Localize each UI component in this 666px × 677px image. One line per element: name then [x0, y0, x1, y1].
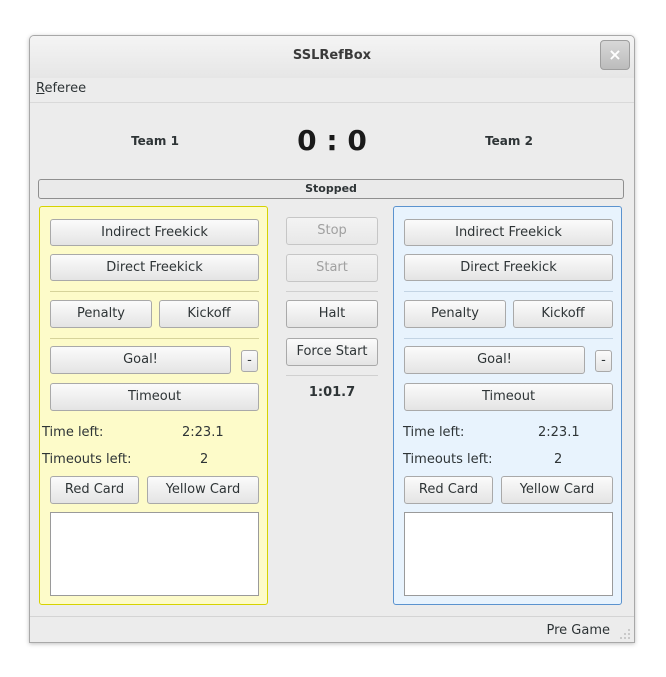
team2-goal-decrement-button[interactable]: -: [595, 350, 612, 372]
team2-kickoff-button[interactable]: Kickoff: [513, 300, 613, 328]
team1-indirect-freekick-button[interactable]: Indirect Freekick: [50, 219, 259, 246]
team1-timeouts-left-label: Timeouts left:: [42, 452, 132, 467]
score-display: 0 : 0: [297, 124, 367, 157]
team2-timeouts-left-label: Timeouts left:: [403, 452, 493, 467]
team2-timeouts-left-value: 2: [554, 452, 563, 467]
team2-goal-button[interactable]: Goal!: [404, 346, 585, 374]
game-phase-label: Pre Game: [546, 623, 610, 638]
game-state-bar: Stopped: [38, 179, 624, 199]
team2-penalty-button[interactable]: Penalty: [404, 300, 506, 328]
team2-panel: Indirect Freekick Direct Freekick Penalt…: [393, 206, 622, 605]
team2-yellow-card-button[interactable]: Yellow Card: [501, 476, 613, 504]
team1-penalty-button[interactable]: Penalty: [50, 300, 152, 328]
team1-timeout-button[interactable]: Timeout: [50, 383, 259, 411]
separator: [50, 291, 259, 292]
team1-card-list[interactable]: [50, 512, 259, 596]
resize-grip-icon[interactable]: [619, 628, 631, 640]
title-bar[interactable]: SSLRefBox ×: [30, 36, 634, 78]
separator: [404, 291, 613, 292]
team2-red-card-button[interactable]: Red Card: [404, 476, 493, 504]
status-bar: Pre Game: [30, 616, 634, 642]
team1-time-left-value: 2:23.1: [182, 425, 224, 440]
team2-indirect-freekick-button[interactable]: Indirect Freekick: [404, 219, 613, 246]
team1-timeouts-left-value: 2: [200, 452, 209, 467]
team1-time-left-label: Time left:: [42, 425, 104, 440]
force-start-button[interactable]: Force Start: [286, 338, 378, 366]
team1-panel: Indirect Freekick Direct Freekick Penalt…: [39, 206, 268, 605]
team2-direct-freekick-button[interactable]: Direct Freekick: [404, 254, 613, 281]
team2-time-left-value: 2:23.1: [538, 425, 580, 440]
team1-name: Team 1: [131, 134, 179, 148]
game-clock: 1:01.7: [308, 385, 356, 400]
separator: [286, 375, 378, 376]
separator: [50, 338, 259, 339]
team1-red-card-button[interactable]: Red Card: [50, 476, 139, 504]
team2-card-list[interactable]: [404, 512, 613, 596]
stop-button[interactable]: Stop: [286, 217, 378, 245]
team2-time-left-label: Time left:: [403, 425, 465, 440]
team2-timeout-button[interactable]: Timeout: [404, 383, 613, 411]
separator: [404, 338, 613, 339]
team2-name: Team 2: [485, 134, 533, 148]
team1-goal-decrement-button[interactable]: -: [241, 350, 258, 372]
team1-kickoff-button[interactable]: Kickoff: [159, 300, 259, 328]
menu-bar: Referee: [30, 78, 634, 103]
separator: [286, 291, 378, 292]
menu-label: eferee: [44, 81, 87, 96]
start-button[interactable]: Start: [286, 254, 378, 282]
halt-button[interactable]: Halt: [286, 300, 378, 328]
close-icon[interactable]: ×: [600, 40, 630, 70]
team1-yellow-card-button[interactable]: Yellow Card: [147, 476, 259, 504]
window-title: SSLRefBox: [292, 48, 372, 63]
menu-referee[interactable]: Referee: [36, 81, 86, 96]
team1-direct-freekick-button[interactable]: Direct Freekick: [50, 254, 259, 281]
refbox-window: SSLRefBox × Referee Team 1 0 : 0 Team 2 …: [29, 35, 635, 643]
team1-goal-button[interactable]: Goal!: [50, 346, 231, 374]
